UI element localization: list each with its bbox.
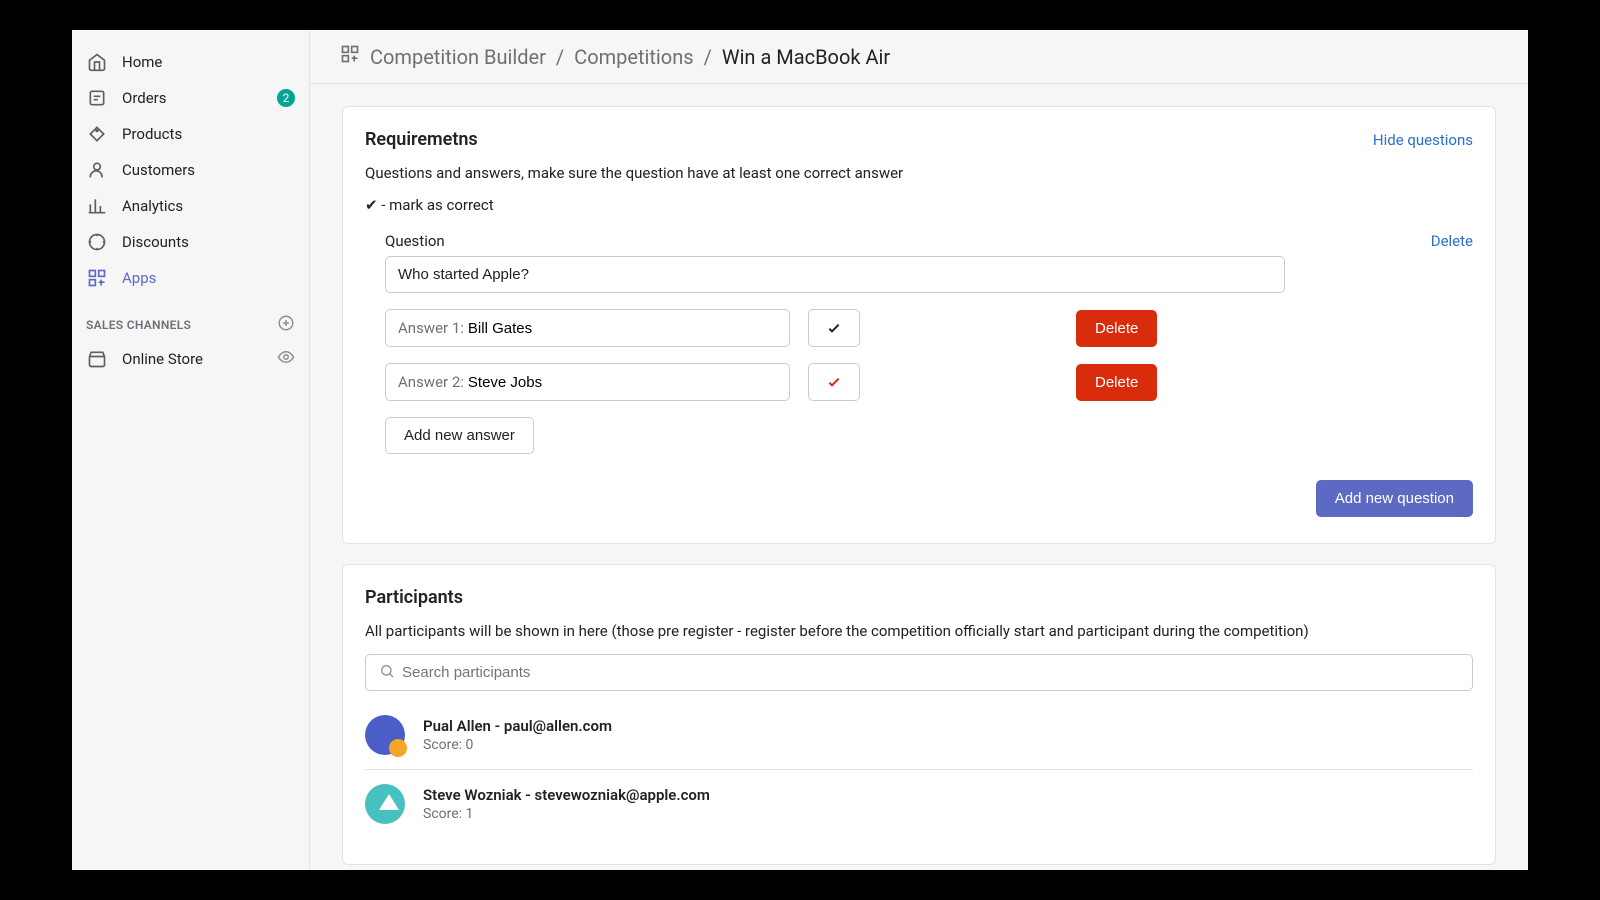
answer-2-input[interactable]: Answer 2: [385,363,790,401]
mark-correct-button[interactable] [808,363,860,401]
sidebar-item-label: Analytics [122,197,183,215]
delete-answer-button[interactable]: Delete [1076,364,1157,401]
participant-score: Score: 0 [423,737,612,753]
add-question-button[interactable]: Add new question [1316,480,1473,517]
sidebar-item-products[interactable]: Products [72,116,309,152]
sidebar-item-label: Customers [122,161,195,179]
apps-icon [86,267,108,289]
products-icon [86,123,108,145]
store-icon [86,348,108,370]
orders-badge: 2 [277,89,295,107]
eye-icon[interactable] [277,348,295,370]
participants-title: Participants [365,587,1473,608]
sidebar-item-label: Orders [122,89,167,107]
question-label: Question [385,232,445,250]
add-answer-button[interactable]: Add new answer [385,417,534,454]
breadcrumb-current: Win a MacBook Air [722,45,890,69]
breadcrumb-sep: / [704,45,712,69]
breadcrumb-sep: / [556,45,564,69]
participant-row[interactable]: Steve Wozniak - stevewozniak@apple.com S… [365,770,1473,838]
answer-prefix: Answer 2: [398,373,464,391]
answer-1-input[interactable]: Answer 1: [385,309,790,347]
sidebar-item-customers[interactable]: Customers [72,152,309,188]
sidebar-item-orders[interactable]: Orders 2 [72,80,309,116]
sidebar-item-discounts[interactable]: Discounts [72,224,309,260]
sales-channels-header: SALES CHANNELS [72,296,309,341]
customers-icon [86,159,108,181]
mark-correct-note: ✔ - mark as correct [365,196,1473,214]
search-participants-input[interactable] [365,654,1473,691]
analytics-icon [86,195,108,217]
participants-description: All participants will be shown in here (… [365,622,1473,640]
mark-correct-button[interactable] [808,309,860,347]
search-icon [379,663,395,683]
sidebar: Home Orders 2 Products Customers Analy [72,30,310,870]
breadcrumb-link-builder[interactable]: Competition Builder [370,45,546,69]
requirements-title: Requiremetns [365,129,478,150]
discounts-icon [86,231,108,253]
apps-icon [340,44,360,69]
sidebar-item-apps[interactable]: Apps [72,260,309,296]
sidebar-item-label: Home [122,53,162,71]
participant-name: Steve Wozniak - stevewozniak@apple.com [423,786,710,804]
participant-name: Pual Allen - paul@allen.com [423,717,612,735]
delete-answer-button[interactable]: Delete [1076,310,1157,347]
participant-score: Score: 1 [423,806,710,822]
delete-question-link[interactable]: Delete [1431,232,1473,250]
hide-questions-link[interactable]: Hide questions [1373,131,1473,149]
answer-prefix: Answer 1: [398,319,464,337]
requirements-description: Questions and answers, make sure the que… [365,164,1473,182]
sidebar-item-label: Online Store [122,350,203,368]
avatar [365,784,405,824]
orders-icon [86,87,108,109]
sidebar-item-label: Products [122,125,182,143]
question-input[interactable] [385,256,1285,293]
add-channel-icon[interactable] [277,314,295,335]
participants-card: Participants All participants will be sh… [342,564,1496,865]
sidebar-item-label: Apps [122,269,156,287]
breadcrumb-link-competitions[interactable]: Competitions [574,45,693,69]
breadcrumb: Competition Builder / Competitions / Win… [310,30,1528,84]
main-content: Competition Builder / Competitions / Win… [310,30,1528,870]
sidebar-item-label: Discounts [122,233,189,251]
sidebar-item-home[interactable]: Home [72,44,309,80]
avatar [365,715,405,755]
home-icon [86,51,108,73]
sidebar-item-online-store[interactable]: Online Store [72,341,309,377]
participant-row[interactable]: Pual Allen - paul@allen.com Score: 0 [365,701,1473,770]
requirements-card: Requiremetns Hide questions Questions an… [342,106,1496,544]
sidebar-item-analytics[interactable]: Analytics [72,188,309,224]
